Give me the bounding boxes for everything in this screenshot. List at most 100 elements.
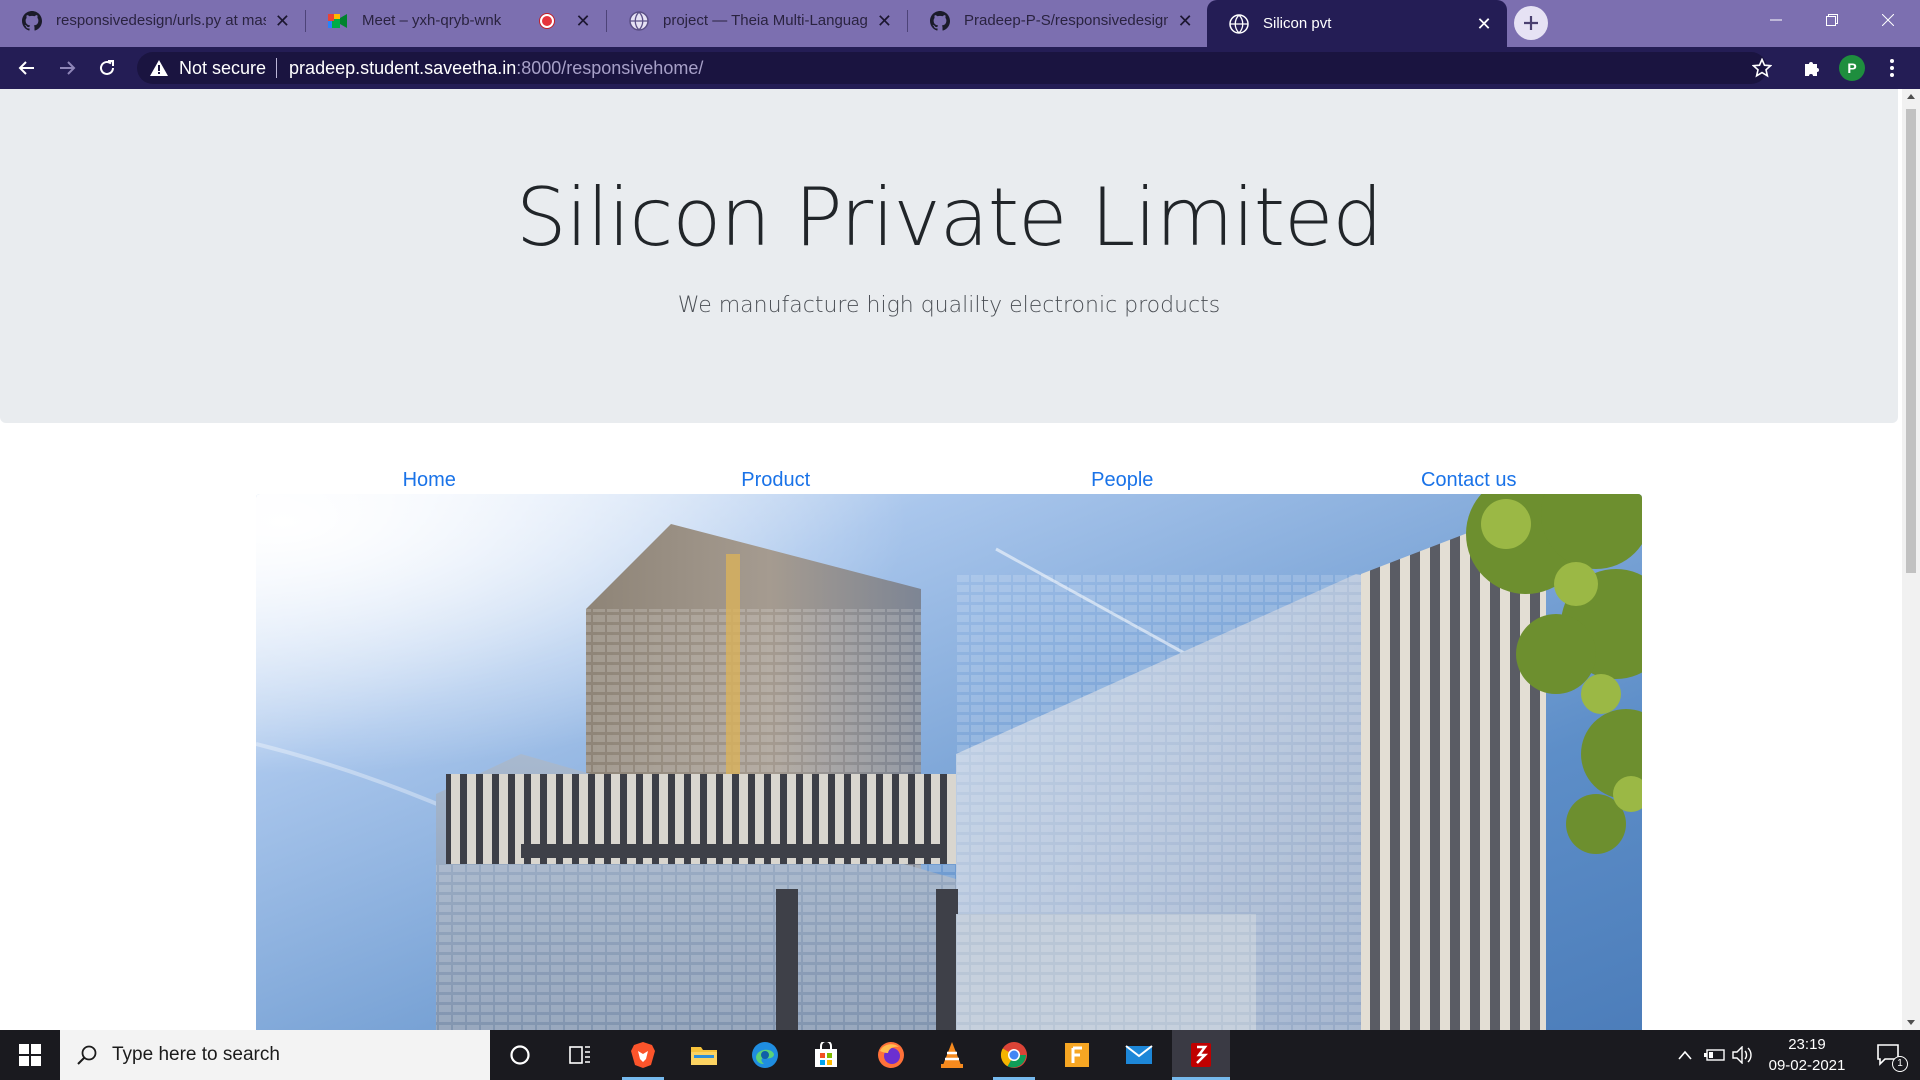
buildings-illustration: [256, 494, 1642, 1030]
windows-taskbar: Type here to search 23:19 09-02-2021 1: [0, 1030, 1920, 1080]
cortana-button[interactable]: [491, 1030, 549, 1080]
task-view-icon: [569, 1046, 590, 1064]
close-icon[interactable]: ✕: [274, 12, 291, 30]
notification-count-badge: 1: [1892, 1056, 1908, 1072]
tab-meet[interactable]: Meet – yxh-qryb-wnk ✕: [306, 0, 606, 41]
clock-time: 23:19: [1788, 1036, 1826, 1053]
mail-app[interactable]: [1110, 1030, 1168, 1080]
recording-icon: [540, 13, 554, 28]
clock-date: 09-02-2021: [1768, 1057, 1846, 1074]
meet-icon: [328, 11, 348, 31]
f-app-icon: [1065, 1043, 1089, 1067]
tab-title: responsivedesign/urls.py at mast: [56, 12, 266, 29]
minimize-icon: [1770, 19, 1782, 21]
speaker-icon: [1732, 1046, 1752, 1064]
battery-icon: [1704, 1049, 1725, 1061]
warning-icon[interactable]: [149, 58, 169, 78]
page-title: Silicon Private Limited: [515, 171, 1383, 264]
mail-icon: [1125, 1045, 1153, 1064]
battery-button[interactable]: [1702, 1030, 1728, 1080]
close-icon: [1882, 14, 1894, 26]
show-hidden-icons-button[interactable]: [1668, 1030, 1702, 1080]
search-placeholder: Type here to search: [112, 1044, 280, 1065]
page-viewport: Silicon Private Limited We manufacture h…: [0, 89, 1902, 1030]
cortana-icon: [510, 1045, 530, 1065]
close-icon[interactable]: ✕: [1475, 15, 1493, 33]
github-icon: [22, 10, 42, 31]
restore-icon: [1826, 14, 1838, 26]
clock[interactable]: 23:19 09-02-2021: [1752, 1034, 1862, 1076]
firefox-app[interactable]: [862, 1030, 920, 1080]
extensions-button[interactable]: [1792, 47, 1832, 89]
tab-theia[interactable]: project — Theia Multi-Language ✕: [607, 0, 907, 41]
search-icon: [77, 1045, 97, 1065]
avatar: P: [1839, 55, 1865, 81]
new-tab-button[interactable]: [1514, 6, 1548, 40]
divider: [276, 58, 278, 78]
folder-icon: [691, 1047, 717, 1065]
chevron-up-icon: [1678, 1050, 1692, 1060]
filezilla-icon: [1191, 1043, 1211, 1067]
tab-title: Pradeep-P-S/responsivedesign: [964, 12, 1169, 29]
tab-title: project — Theia Multi-Language: [663, 12, 868, 29]
tab-strip: responsivedesign/urls.py at mast ✕ Meet …: [0, 0, 1920, 47]
start-button[interactable]: [0, 1030, 60, 1080]
globe-icon: [1229, 13, 1249, 34]
github-icon: [930, 10, 950, 31]
vlc-app[interactable]: [923, 1030, 981, 1080]
store-app[interactable]: [797, 1030, 855, 1080]
close-icon[interactable]: ✕: [1176, 12, 1194, 30]
chrome-app[interactable]: [985, 1030, 1043, 1080]
file-explorer-app[interactable]: [675, 1030, 733, 1080]
scroll-down-icon[interactable]: [1907, 1020, 1915, 1025]
chrome-icon: [1000, 1042, 1027, 1068]
tab-title: Meet – yxh-qryb-wnk: [362, 12, 502, 29]
fusion-app[interactable]: [1048, 1030, 1106, 1080]
scrollbar-thumb[interactable]: [1906, 109, 1916, 573]
edge-icon: [752, 1042, 778, 1068]
address-bar[interactable]: Not secure pradeep.student.saveetha.in :…: [137, 52, 1767, 84]
url-host[interactable]: pradeep.student.saveetha.in: [289, 58, 516, 79]
filezilla-app[interactable]: [1172, 1030, 1230, 1080]
forward-arrow-icon: [60, 61, 76, 75]
menu-button[interactable]: [1872, 47, 1912, 89]
close-icon[interactable]: ✕: [876, 12, 893, 30]
brave-icon: [631, 1042, 655, 1068]
minimize-button[interactable]: [1748, 0, 1804, 40]
tab-title: Silicon pvt: [1263, 15, 1332, 32]
close-window-button[interactable]: [1860, 0, 1916, 40]
jumbotron: Silicon Private Limited We manufacture h…: [0, 89, 1898, 423]
vlc-icon: [941, 1042, 963, 1068]
security-label[interactable]: Not secure: [179, 58, 266, 79]
forward-button[interactable]: [47, 47, 87, 89]
taskbar-search[interactable]: Type here to search: [60, 1030, 490, 1080]
back-button[interactable]: [7, 47, 47, 89]
firefox-icon: [878, 1042, 904, 1068]
edge-app[interactable]: [736, 1030, 794, 1080]
puzzle-icon: [1805, 62, 1819, 76]
plus-icon: [1524, 16, 1538, 30]
bookmark-star-button[interactable]: [1742, 47, 1782, 89]
star-icon: [1752, 58, 1772, 78]
tab-urls[interactable]: responsivedesign/urls.py at mast ✕: [0, 0, 305, 41]
reload-icon: [100, 60, 114, 75]
task-view-button[interactable]: [551, 1030, 609, 1080]
url-path[interactable]: :8000/responsivehome/: [516, 58, 703, 79]
reload-button[interactable]: [87, 47, 127, 89]
back-arrow-icon: [18, 61, 34, 75]
notification-center-button[interactable]: 1: [1866, 1030, 1912, 1080]
profile-button[interactable]: P: [1832, 47, 1872, 89]
store-icon: [815, 1042, 837, 1067]
page-scrollbar[interactable]: [1902, 89, 1920, 1030]
kebab-menu-icon: [1890, 59, 1894, 77]
page-tagline: We manufacture high qualilty electronic …: [677, 293, 1221, 318]
globe-icon: [629, 10, 649, 31]
scroll-up-icon[interactable]: [1907, 94, 1915, 99]
tab-github-repo[interactable]: Pradeep-P-S/responsivedesign ✕: [908, 0, 1208, 41]
windows-logo-icon: [19, 1044, 41, 1066]
close-icon[interactable]: ✕: [574, 12, 592, 30]
tab-silicon[interactable]: Silicon pvt ✕: [1207, 0, 1507, 47]
brave-app[interactable]: [614, 1030, 672, 1080]
restore-button[interactable]: [1804, 0, 1860, 40]
hero-image: [256, 494, 1642, 1030]
